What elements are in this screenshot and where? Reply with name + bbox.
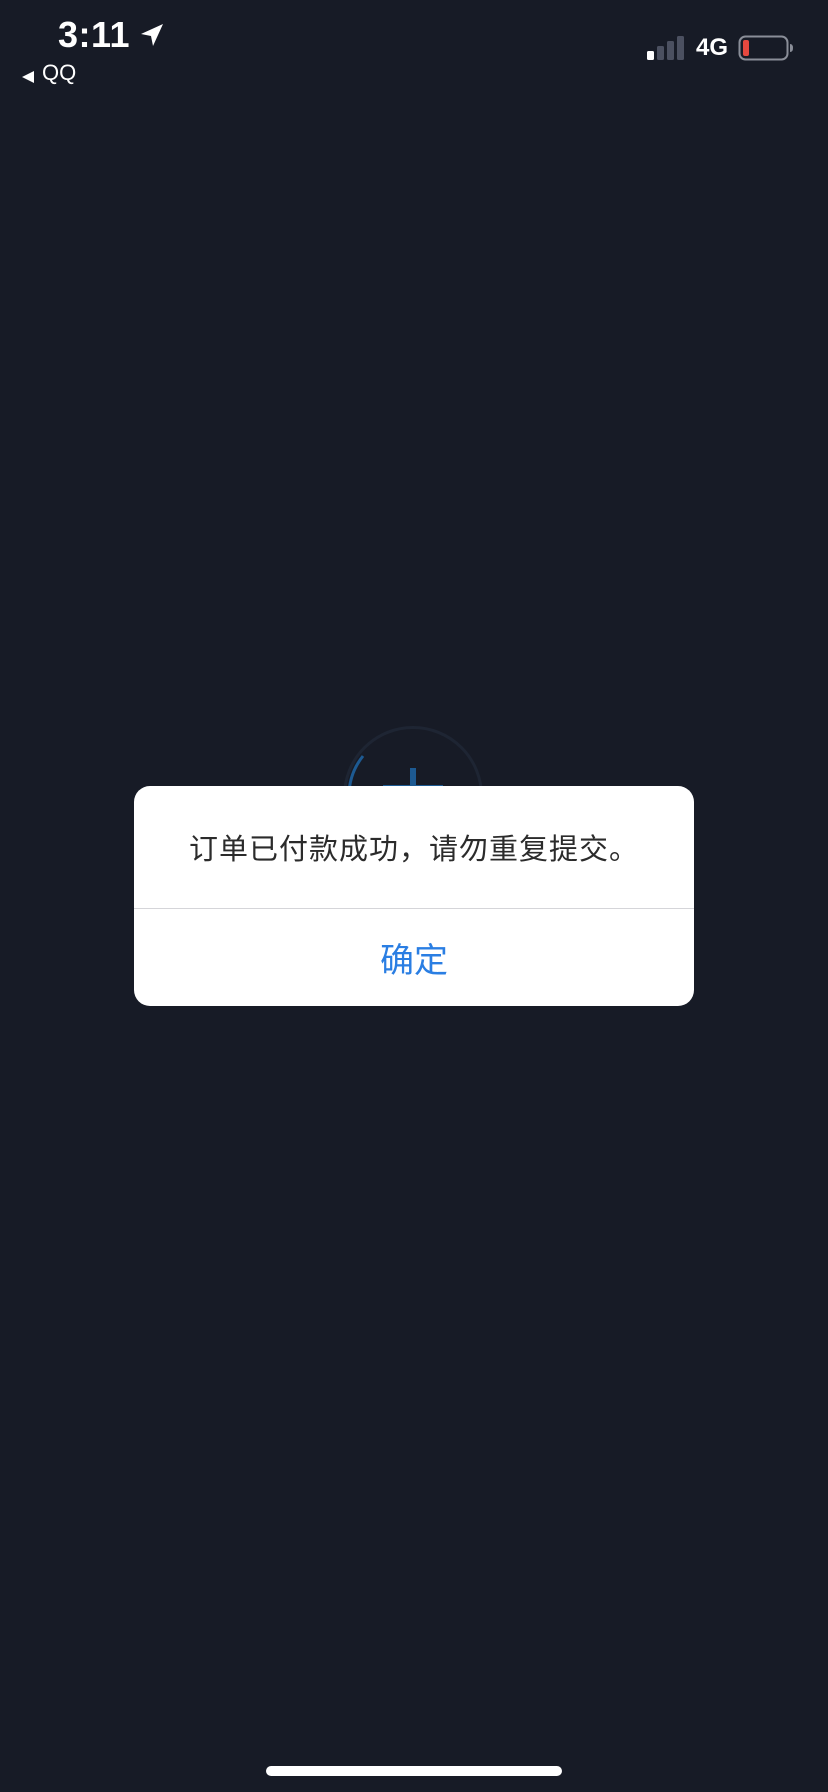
alert-message: 订单已付款成功，请勿重复提交。: [188, 832, 639, 866]
back-arrow-icon: [20, 65, 36, 83]
location-arrow-icon: [138, 21, 166, 49]
battery-icon: [738, 34, 794, 62]
screen: 3:11 QQ 4G 订单已付款成功，请勿重复提交。 确定: [0, 0, 828, 1792]
status-time: 3:11: [58, 14, 131, 55]
status-indicators: 4G: [646, 34, 794, 62]
home-indicator[interactable]: [266, 1766, 562, 1776]
signal-bars-icon: [646, 35, 686, 61]
back-to-app-button[interactable]: QQ: [20, 60, 76, 86]
alert-dialog: 订单已付款成功，请勿重复提交。 确定: [134, 786, 694, 1006]
time-group: 3:11: [58, 14, 166, 56]
back-app-label: QQ: [42, 60, 77, 85]
confirm-button[interactable]: 确定: [134, 909, 694, 1006]
network-type: 4G: [695, 34, 728, 61]
status-bar: 3:11 QQ 4G: [0, 0, 828, 100]
